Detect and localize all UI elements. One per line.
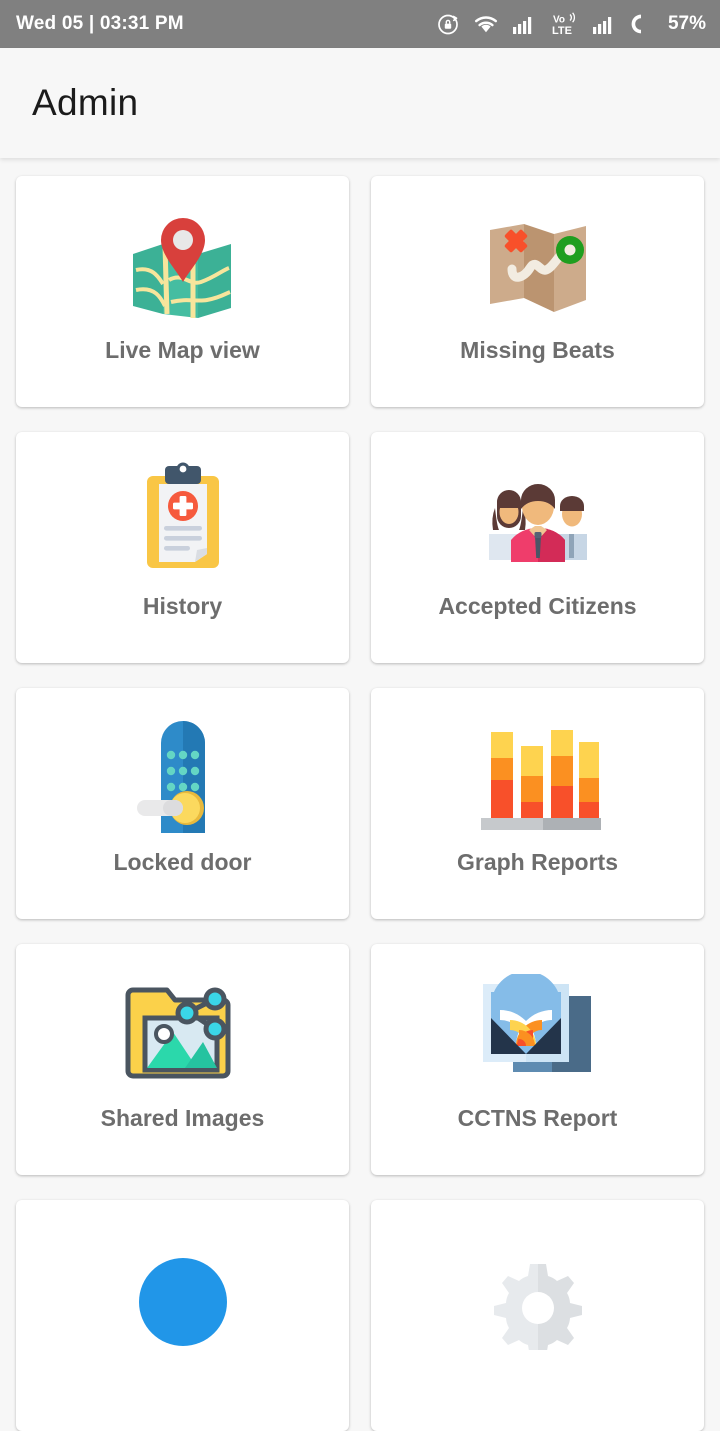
card-missing-beats[interactable]: Missing Beats [371, 176, 704, 407]
photo-stack-icon [475, 968, 601, 1100]
card-shared-images[interactable]: Shared Images [16, 944, 349, 1175]
map-route-icon [478, 200, 598, 332]
rotation-lock-icon [436, 12, 460, 36]
volte-icon: Vo LTE [549, 11, 579, 37]
status-datetime: Wed 05 | 03:31 PM [16, 13, 184, 34]
card-label: Missing Beats [460, 337, 615, 363]
clipboard-medical-icon [123, 456, 243, 588]
card-label: Accepted Citizens [438, 593, 637, 619]
card-live-map-view[interactable]: Live Map view [16, 176, 349, 407]
card-locked-door[interactable]: Locked door [16, 688, 349, 919]
card-label: CCTNS Report [457, 1105, 618, 1131]
bar-chart-icon [473, 712, 603, 844]
card-label: Live Map view [105, 337, 260, 363]
page-title: Admin [32, 82, 139, 123]
card-label: History [142, 593, 223, 619]
card-accepted-citizens[interactable]: Accepted Citizens [371, 432, 704, 663]
status-icons: Vo LTE 57% [436, 11, 706, 37]
card-cctns-report[interactable]: CCTNS Report [371, 944, 704, 1175]
app-bar: Admin [0, 48, 720, 158]
card-label: Shared Images [100, 1105, 265, 1131]
card-partial-right[interactable] [371, 1200, 704, 1431]
wifi-icon [473, 13, 499, 35]
signal-bars-icon [512, 13, 536, 35]
card-graph-reports[interactable]: Graph Reports [371, 688, 704, 919]
svg-text:Vo: Vo [553, 15, 565, 26]
gear-icon [478, 1224, 598, 1356]
map-pin-icon [123, 200, 243, 332]
card-label: Graph Reports [456, 849, 619, 875]
card-partial-left[interactable] [16, 1200, 349, 1431]
battery-icon [629, 12, 653, 36]
card-history[interactable]: History [16, 432, 349, 663]
blue-circle-icon [123, 1224, 243, 1356]
dashboard-grid: Live Map view Missing Beats History Acce… [0, 158, 720, 1431]
people-group-icon [473, 456, 603, 588]
card-label: Locked door [113, 849, 252, 875]
status-bar: Wed 05 | 03:31 PM Vo LTE 57% [0, 0, 720, 48]
svg-text:LTE: LTE [552, 25, 572, 37]
shared-folder-image-icon [123, 968, 243, 1100]
signal-bars-2-icon [592, 13, 616, 35]
battery-percent-label: 57% [667, 13, 706, 34]
keypad-door-lock-icon [123, 712, 243, 844]
